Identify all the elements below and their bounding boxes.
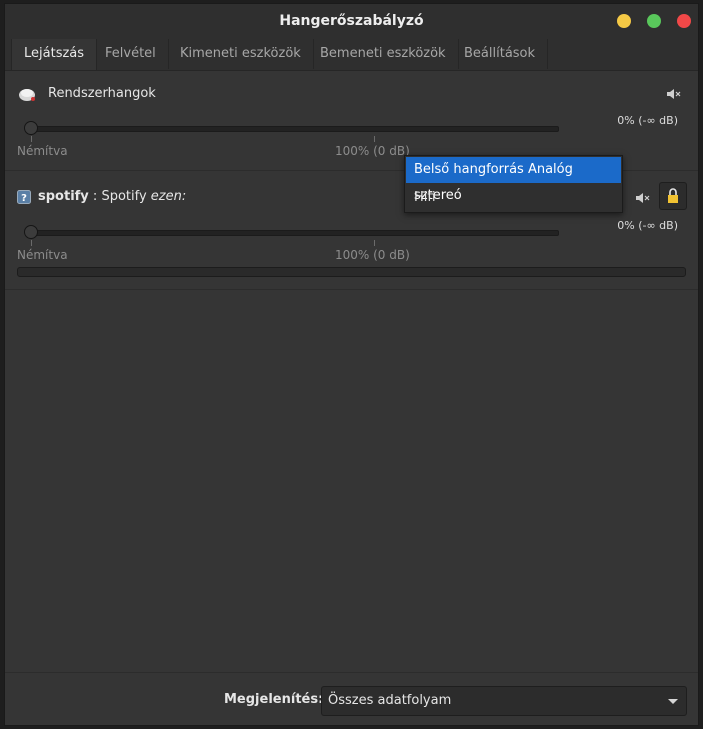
stream-on-label: ezen: — [150, 189, 187, 204]
stream-separator: : — [88, 189, 102, 204]
speaker-app-icon — [19, 89, 35, 101]
volume-slider[interactable] — [31, 126, 559, 132]
output-device-menu: Belső hangforrás Analóg sztereó Hifi — [404, 155, 623, 213]
unknown-app-icon: ? — [17, 190, 31, 204]
stream-description: Spotify — [101, 189, 147, 204]
lock-channels-button[interactable] — [659, 182, 687, 210]
window-title: Hangerőszabályzó — [279, 13, 424, 29]
scale-label-100: 100% (0 dB) — [335, 144, 410, 158]
tab-recording[interactable]: Felvétel — [93, 39, 169, 69]
stream-app-name: spotify — [38, 189, 89, 204]
tab-input-devices[interactable]: Bemeneti eszközök — [308, 39, 459, 69]
mixer-window: Hangerőszabályzó Lejátszás Felvétel Kime… — [4, 3, 699, 726]
tick-muted — [31, 136, 32, 142]
minimize-button[interactable] — [617, 14, 631, 28]
stream-title: spotify : Spotify ezen: — [38, 189, 186, 204]
close-button[interactable] — [677, 14, 691, 28]
lock-icon — [668, 188, 678, 203]
tab-settings[interactable]: Beállítások — [452, 39, 549, 69]
volume-slider-knob[interactable] — [24, 225, 38, 239]
maximize-button[interactable] — [647, 14, 661, 28]
tab-output-devices[interactable]: Kimeneti eszközök — [168, 39, 314, 69]
tick-100 — [374, 240, 375, 246]
menu-item-internal-analog-stereo[interactable]: Belső hangforrás Analóg sztereó — [406, 157, 621, 203]
show-select[interactable]: Összes adatfolyam — [321, 686, 687, 716]
show-label: Megjelenítés: — [224, 692, 324, 707]
peak-meter — [17, 267, 686, 277]
menu-item-hifi[interactable]: Hifi — [406, 185, 621, 211]
chevron-down-icon — [668, 699, 678, 704]
bottom-bar: Megjelenítés: Összes adatfolyam — [5, 672, 698, 727]
show-select-value: Összes adatfolyam — [328, 693, 452, 708]
tab-bar: Lejátszás Felvétel Kimeneti eszközök Bem… — [5, 39, 698, 71]
titlebar: Hangerőszabályzó — [5, 4, 698, 40]
volume-value: 0% (-∞ dB) — [617, 219, 678, 232]
mute-icon[interactable] — [634, 190, 650, 206]
volume-slider-knob[interactable] — [24, 121, 38, 135]
tick-100 — [374, 136, 375, 142]
scale-label-muted: Némítva — [17, 144, 68, 158]
mute-icon[interactable] — [665, 86, 681, 102]
scale-label-muted: Némítva — [17, 248, 68, 262]
volume-value: 0% (-∞ dB) — [617, 114, 678, 127]
volume-slider[interactable] — [31, 230, 559, 236]
svg-text:?: ? — [21, 193, 27, 204]
tick-muted — [31, 240, 32, 246]
stream-name: Rendszerhangok — [48, 86, 156, 101]
scale-label-100: 100% (0 dB) — [335, 248, 410, 262]
tab-playback[interactable]: Lejátszás — [11, 39, 98, 70]
